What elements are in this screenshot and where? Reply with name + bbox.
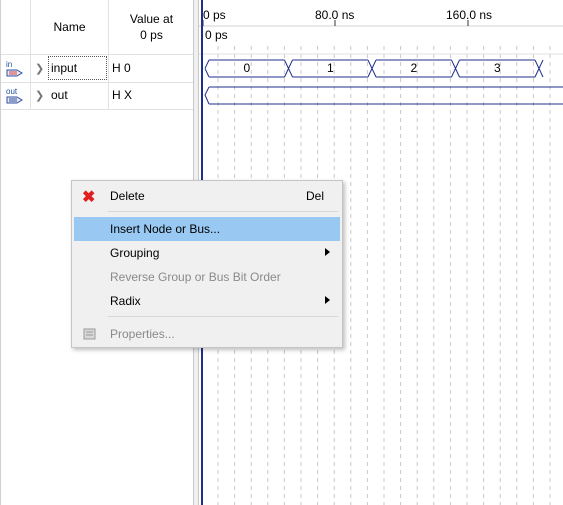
bus-value-label: 3 <box>494 61 501 75</box>
column-header-value-label: Value at <box>129 12 174 26</box>
menu-item-properties-label: Properties... <box>110 327 175 341</box>
menu-item-radix[interactable]: Radix <box>74 289 340 313</box>
timeline-label-80ns: 80.0 ns <box>315 8 355 22</box>
svg-text:out: out <box>6 87 18 96</box>
output-port-icon: out <box>6 87 23 104</box>
bus-value-label: 1 <box>327 61 334 75</box>
menu-item-radix-label: Radix <box>110 294 141 308</box>
signal-value: H 0 <box>112 61 131 75</box>
column-header-value[interactable]: Value at 0 ps <box>109 0 194 54</box>
input-bus-waveform <box>204 59 544 78</box>
menu-item-grouping-label: Grouping <box>110 246 160 260</box>
expand-chevron-icon[interactable]: ❯ <box>35 62 44 75</box>
delete-x-icon: ✖ <box>82 189 96 206</box>
menu-item-reverse-label: Reverse Group or Bus Bit Order <box>110 270 281 284</box>
column-header-name-label: Name <box>53 20 86 34</box>
signal-row-out[interactable]: out ❯ out H X <box>1 82 194 109</box>
menu-item-delete[interactable]: ✖ Delete Del <box>74 184 340 208</box>
timeline-label-0: 0 ps <box>203 8 226 22</box>
signal-name: out <box>51 88 68 102</box>
menu-item-insert-node-or-bus[interactable]: Insert Node or Bus... <box>74 217 340 241</box>
menu-item-delete-shortcut: Del <box>305 189 324 203</box>
bus-value-label: 0 <box>243 61 250 75</box>
properties-icon <box>83 328 96 340</box>
cursor-time-label: 0 ps <box>203 28 230 42</box>
input-port-icon: in <box>6 60 23 77</box>
context-menu: ✖ Delete Del Insert Node or Bus... Group… <box>71 180 343 348</box>
menu-item-reverse-bit-order: Reverse Group or Bus Bit Order <box>74 265 340 289</box>
signal-row-input[interactable]: in ❯ input H 0 <box>1 55 194 82</box>
menu-item-properties: Properties... <box>74 322 340 346</box>
column-header-value-time: 0 ps <box>140 28 163 42</box>
menu-separator <box>108 211 338 212</box>
signal-name: input <box>51 61 78 75</box>
column-header-name[interactable]: Name <box>31 0 108 54</box>
row-divider <box>1 109 194 110</box>
menu-item-insert-label: Insert Node or Bus... <box>110 222 221 236</box>
menu-item-grouping[interactable]: Grouping <box>74 241 340 265</box>
svg-text:in: in <box>6 60 12 69</box>
signal-value: H X <box>112 88 133 102</box>
menu-separator <box>108 316 338 317</box>
expand-chevron-icon[interactable]: ❯ <box>35 89 44 102</box>
bus-value-label: 2 <box>410 61 417 75</box>
submenu-arrow-icon <box>325 248 330 256</box>
timeline-label-160ns: 160.0 ns <box>446 8 493 22</box>
menu-item-delete-label: Delete <box>110 189 145 203</box>
submenu-arrow-icon <box>325 296 330 304</box>
